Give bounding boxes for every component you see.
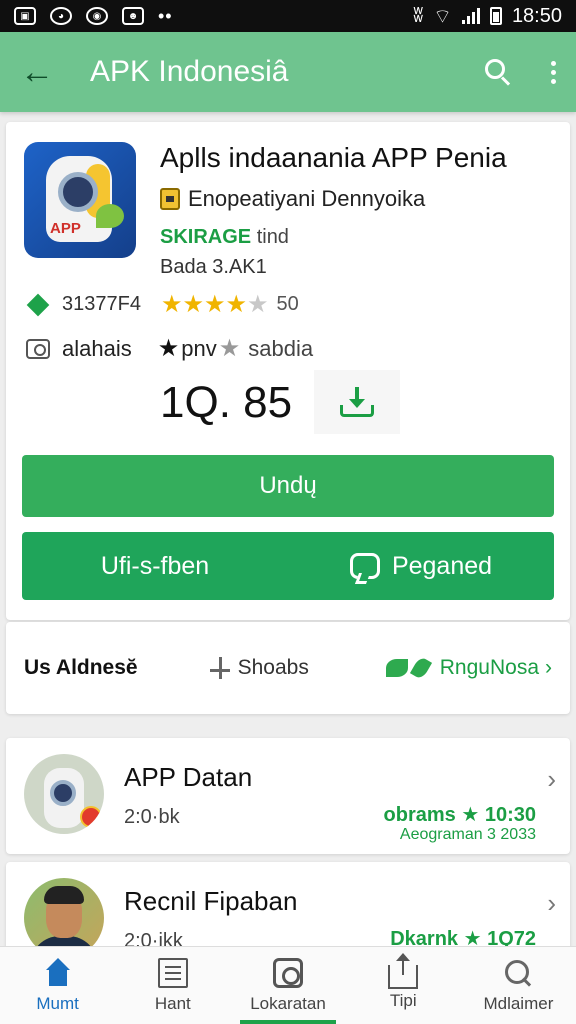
secondary-right-button[interactable]: Peganed	[288, 552, 554, 581]
app-size: 1Q. 85	[160, 378, 293, 427]
downloads-rating-row: 31377F4 ★★★★★ 50	[26, 290, 299, 319]
download-icon-button[interactable]	[314, 370, 400, 434]
category-tag: SKIRAGE	[160, 226, 252, 248]
bottom-nav: Mumt Hant Lokaratan Tipi Mdlaimer	[0, 946, 576, 1024]
cat-notification-icon: ◕	[50, 7, 72, 25]
download-button[interactable]: Undų	[22, 455, 554, 517]
search-icon	[503, 958, 533, 988]
list-item-meta: obrams ★ 10:30	[383, 804, 536, 826]
leaf-icon	[385, 659, 408, 677]
avatar	[24, 754, 104, 834]
age-rating-sub: sabdia	[248, 335, 314, 361]
image-notification-icon: ▣	[14, 7, 36, 25]
star-outline-icon: ★	[218, 335, 241, 362]
stats-right-link[interactable]: RnguNosa ›	[385, 655, 552, 681]
list-item-title: APP Datan	[124, 762, 253, 792]
secondary-action-bar: Ufi-s-fben Peganed	[22, 532, 554, 600]
camera-icon	[26, 338, 50, 359]
list-item-subtitle: 2:0·bk	[124, 806, 180, 828]
nav-item-news[interactable]: Hant	[115, 947, 230, 1024]
category-row: SKIRAGE tind	[160, 226, 289, 249]
nav-item-home[interactable]: Mumt	[0, 947, 115, 1024]
star-filled-icon: ★	[160, 291, 183, 318]
active-indicator	[240, 1020, 336, 1024]
download-icon	[340, 387, 374, 417]
chevron-right-icon: ›	[547, 888, 556, 918]
secondary-right-label: Peganed	[391, 551, 493, 580]
nav-item-search[interactable]: Mdlaimer	[461, 947, 576, 1024]
info-row: alahais ★ pnv ★ sabdia	[26, 334, 313, 363]
developer-name: Enopeatiyani Dennyoika	[188, 186, 426, 211]
chat-icon	[349, 553, 380, 579]
robot-notification-icon: ☻	[122, 7, 144, 25]
camera-icon	[273, 957, 303, 988]
developer-row[interactable]: Enopeatiyani Dennyoika	[160, 186, 425, 212]
age-rating: pnv	[181, 335, 217, 361]
star-icon: ★	[157, 335, 180, 362]
secondary-left-button[interactable]: Ufi-s-fben	[22, 552, 288, 581]
stats-mid-item[interactable]: Shoabs	[209, 656, 309, 680]
nav-item-camera[interactable]: Lokaratan	[230, 947, 345, 1024]
developer-badge-icon	[160, 188, 180, 210]
app-icon: APP	[24, 142, 136, 258]
nav-label: Mdlaimer	[483, 993, 554, 1013]
search-icon[interactable]	[485, 59, 511, 86]
battery-icon	[489, 7, 502, 25]
list-item-title: Recnil Fipaban	[124, 886, 298, 916]
document-icon	[157, 957, 188, 988]
star-filled-icon: ★	[204, 291, 226, 318]
more-options-icon[interactable]	[551, 60, 556, 84]
nav-item-share[interactable]: Tipi	[346, 947, 461, 1024]
app-bar: ← APK Indonesiâ	[0, 32, 576, 112]
star-filled-icon: ★	[225, 291, 248, 318]
star-empty-icon: ★	[247, 291, 269, 318]
tool-icon	[209, 657, 230, 679]
downloads-count: 31377F4	[62, 293, 141, 315]
nav-label: Lokaratan	[250, 993, 326, 1013]
stats-left-label: Us Aldnesĕ	[24, 656, 138, 679]
stats-card: Us Aldnesĕ Shoabs RnguNosa ›	[6, 622, 570, 714]
stats-mid-label: Shoabs	[237, 656, 309, 679]
list-item-meta-sub: Aeograman 3 2033	[399, 826, 536, 843]
nav-label: Mumt	[36, 993, 79, 1013]
app-name: Aplls indaanania APP Penia	[160, 142, 507, 173]
camera-notification-icon: ◉	[86, 7, 108, 25]
downloads-icon	[26, 293, 50, 316]
stats-right-label: RnguNosa	[439, 656, 539, 679]
rating-stars: ★★★★★	[161, 290, 269, 319]
bluetooth-icon: ʬ	[413, 4, 424, 27]
nav-label: Tipi	[389, 990, 417, 1010]
app-bar-title: APK Indonesiâ	[90, 55, 289, 88]
rating-count: 50	[276, 293, 299, 315]
category-sub: tind	[256, 226, 289, 248]
status-time: 18:50	[511, 4, 562, 27]
version-text: Bada 3.AK1	[160, 256, 267, 278]
chevron-right-icon: ›	[545, 656, 552, 679]
signal-icon	[461, 8, 480, 24]
share-icon	[388, 952, 419, 989]
home-icon	[43, 957, 73, 988]
app-detail-card: APP Aplls indaanania APP Penia Enopeatiy…	[6, 122, 570, 620]
back-arrow-icon[interactable]: ←	[20, 53, 70, 92]
secondary-left-label: Ufi-s-fben	[100, 551, 210, 580]
list-item[interactable]: APP Datan 2:0·bk obrams ★ 10:30 Aeograma…	[6, 738, 570, 854]
more-notifications-icon: ••	[158, 6, 173, 26]
camera-label: alahais	[62, 335, 132, 361]
chevron-right-icon: ›	[547, 764, 556, 794]
nav-label: Hant	[154, 993, 191, 1013]
leaf-small-icon	[409, 655, 432, 681]
wifi-icon: ⌔	[433, 5, 452, 28]
star-filled-icon: ★	[182, 291, 204, 318]
status-bar: ▣ ◕ ◉ ☻ •• ʬ ⌔ 18:50	[0, 0, 576, 32]
